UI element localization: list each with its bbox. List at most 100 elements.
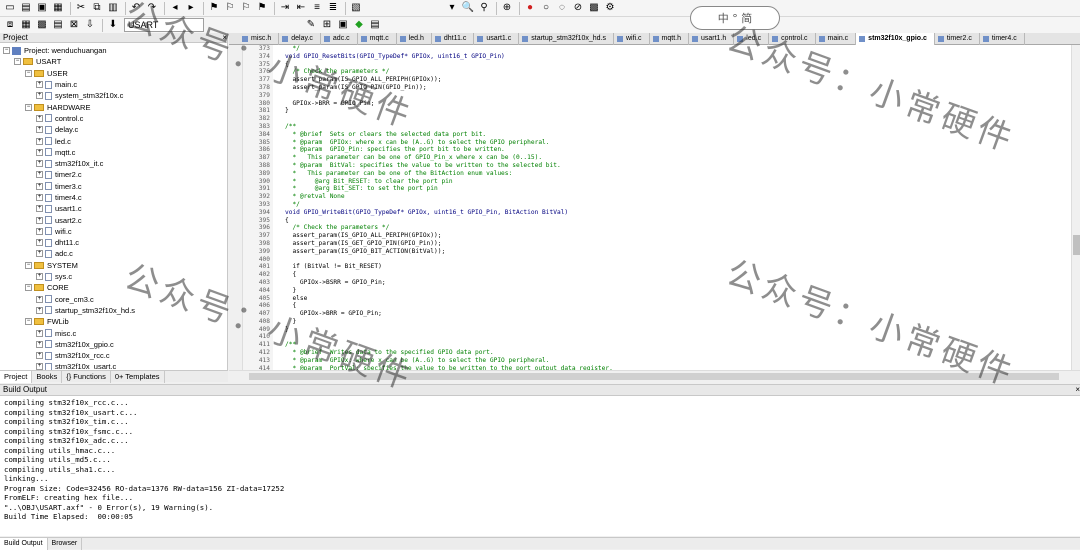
expand-toggle-icon[interactable]: + [36,329,43,337]
save-all-icon[interactable]: ▦ [51,2,65,15]
paste-icon[interactable]: ▥ [106,2,120,15]
redo-icon[interactable]: ↷ [145,2,159,15]
code-line[interactable] [285,115,1080,123]
tree-file-item[interactable]: + delay.c [0,124,227,135]
editor-tab[interactable]: wifi.c [614,33,650,45]
code-line[interactable]: void GPIO_ResetBits(GPIO_TypeDef* GPIOx,… [285,53,1080,61]
build-icon[interactable]: ▦ [19,19,33,32]
editor-tab[interactable]: usart1.c [474,33,520,45]
horizontal-scrollbar[interactable] [229,370,1080,382]
expand-toggle-icon[interactable]: + [36,205,43,213]
tree-file-item[interactable]: + usart1.c [0,203,227,214]
tree-file-item[interactable]: + adc.c [0,248,227,259]
code-line[interactable]: { [285,217,1080,225]
expand-toggle-icon[interactable]: − [3,47,10,55]
expand-toggle-icon[interactable]: + [36,81,43,89]
outdent-icon[interactable]: ⇤ [294,2,308,15]
tree-file-item[interactable]: + wifi.c [0,226,227,237]
expand-toggle-icon[interactable]: + [36,137,43,145]
expand-toggle-icon[interactable]: − [25,103,32,111]
pack-installer-icon[interactable]: ◆ [352,19,366,32]
bookmark-next-icon[interactable]: ⚐ [239,2,253,15]
editor-tab[interactable]: adc.c [321,33,358,45]
tree-file-item[interactable]: + stm32f10x_it.c [0,158,227,169]
code-line[interactable]: } [285,318,1080,326]
breakpoint-icon[interactable]: ● [523,2,537,15]
tree-folder-item[interactable]: − USER [0,68,227,79]
code-line[interactable]: * @brief Writes data to the specified GP… [285,349,1080,357]
code-line[interactable]: { [285,302,1080,310]
tree-file-item[interactable]: + stm32f10x_rcc.c [0,350,227,361]
code-line[interactable]: assert_param(IS_GET_GPIO_PIN(GPIO_Pin)); [285,240,1080,248]
bookmark-prev-icon[interactable]: ⚐ [223,2,237,15]
expand-toggle-icon[interactable]: + [36,126,43,134]
code-line[interactable]: assert_param(IS_GPIO_ALL_PERIPH(GPIOx)); [285,76,1080,84]
breakpoint-disable-icon[interactable]: ○ [539,2,553,15]
code-line[interactable]: { [285,271,1080,279]
tree-folder-item[interactable]: − USART [0,56,227,67]
code-line[interactable]: * @param GPIOx: where x can be (A..G) to… [285,139,1080,147]
uncomment-icon[interactable]: ≣ [326,2,340,15]
code-line[interactable]: void GPIO_WriteBit(GPIO_TypeDef* GPIOx, … [285,209,1080,217]
code-line[interactable]: { [285,61,1080,69]
code-line[interactable]: } [285,326,1080,334]
code-line[interactable] [285,92,1080,100]
tree-file-item[interactable]: + timer3.c [0,181,227,192]
tree-project-item[interactable]: − Project: wenduchuangan [0,45,227,56]
rebuild-icon[interactable]: ▩ [35,19,49,32]
expand-toggle-icon[interactable]: + [36,171,43,179]
expand-toggle-icon[interactable]: + [36,114,43,122]
expand-toggle-icon[interactable]: + [36,295,43,303]
cut-icon[interactable]: ✂ [74,2,88,15]
code-line[interactable]: } [285,107,1080,115]
code-line[interactable]: if (BitVal != Bit_RESET) [285,263,1080,271]
code-line[interactable]: * This parameter can be one of the BitAc… [285,170,1080,178]
tree-file-item[interactable]: + timer2.c [0,169,227,180]
find-icon[interactable]: 🔍 [461,2,475,15]
expand-toggle-icon[interactable]: − [14,58,21,66]
tree-file-item[interactable]: + misc.c [0,327,227,338]
code-line[interactable]: * @brief Sets or clears the selected dat… [285,131,1080,139]
build-log[interactable]: compiling stm32f10x_rcc.c... compiling st… [0,396,1080,524]
editor-tab[interactable]: led.c [734,33,770,45]
code-area[interactable]: 373 374 375 376 377 378 379 380 381 382 383 384 385 3… [229,45,1080,370]
bookmark-clear-icon[interactable]: ⚑ [255,2,269,15]
bookmark-icon[interactable]: ⚑ [207,2,221,15]
fold-margin[interactable] [273,45,281,370]
code-line[interactable]: GPIOx->BRR = GPIO_Pin; [285,100,1080,108]
open-file-icon[interactable]: ▤ [19,2,33,15]
code-line[interactable]: /* Check the parameters */ [285,224,1080,232]
expand-toggle-icon[interactable]: + [36,92,43,100]
editor-tab[interactable]: mqtt.c [358,33,397,45]
manage-items-icon[interactable]: ▣ [336,19,350,32]
code-line[interactable]: * This parameter can be one of GPIO_Pin_… [285,154,1080,162]
tree-file-item[interactable]: + control.c [0,113,227,124]
tree-file-item[interactable]: + main.c [0,79,227,90]
nav-back-icon[interactable]: ◂ [168,2,182,15]
expand-toggle-icon[interactable]: + [36,216,43,224]
tree-folder-item[interactable]: − CORE [0,282,227,293]
code-line[interactable]: */ [285,45,1080,53]
code-line[interactable]: * @arg Bit_RESET: to clear the port pin [285,178,1080,186]
editor-tab[interactable]: timer4.c [980,33,1025,45]
indent-icon[interactable]: ⇥ [278,2,292,15]
code-line[interactable]: * @arg Bit_SET: to set the port pin [285,185,1080,193]
code-line[interactable]: * @retval None [285,193,1080,201]
incremental-find-icon[interactable]: ⚲ [477,2,491,15]
expand-toggle-icon[interactable]: − [25,261,32,269]
editor-tab[interactable]: misc.h [239,33,280,45]
editor-tab[interactable]: timer2.c [935,33,980,45]
editor-tab[interactable]: main.c [816,33,857,45]
target-options-icon[interactable]: ✎ [304,19,318,32]
expand-toggle-icon[interactable]: − [25,284,32,292]
expand-toggle-icon[interactable]: + [36,239,43,247]
expand-toggle-icon[interactable]: + [36,194,43,201]
editor-tab[interactable]: led.h [397,33,432,45]
search-dropdown-icon[interactable]: ▾ [445,2,459,15]
tree-file-item[interactable]: + core_cm3.c [0,294,227,305]
code-line[interactable]: * @param GPIOx: where x can be (A..G) to… [285,357,1080,365]
code-line[interactable]: else [285,295,1080,303]
find-in-files-icon[interactable]: ▧ [349,2,363,15]
nav-forward-icon[interactable]: ▸ [184,2,198,15]
tree-file-item[interactable]: + timer4.c [0,192,227,203]
